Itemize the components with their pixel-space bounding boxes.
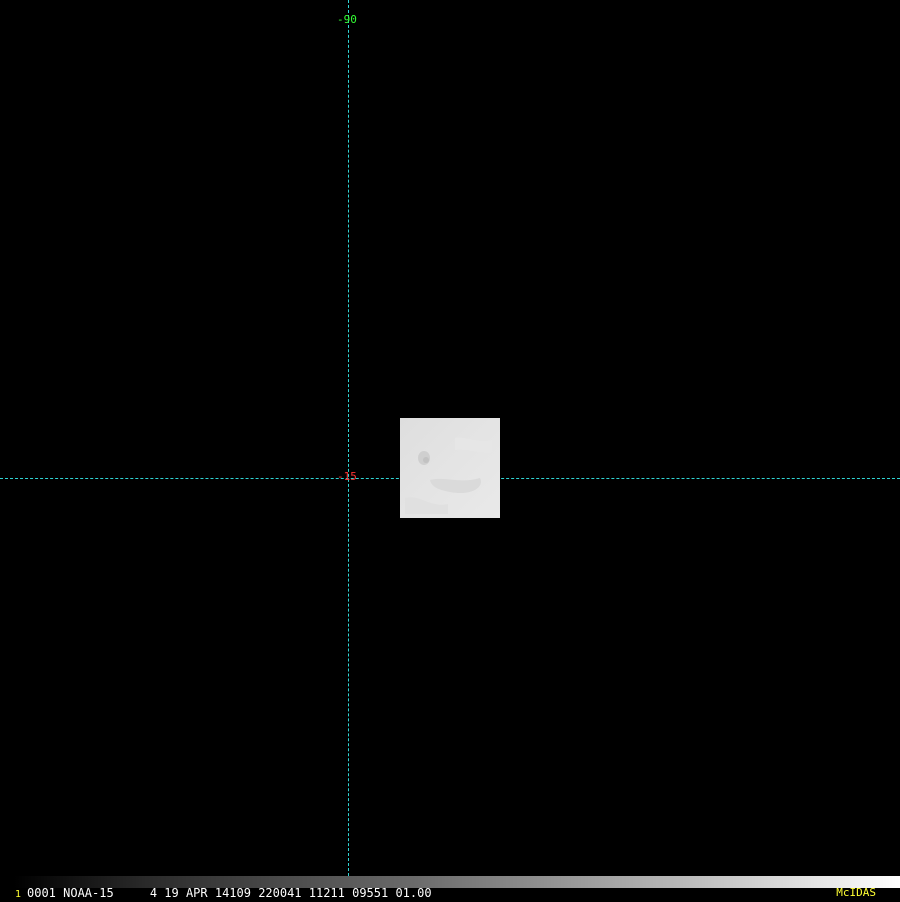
latitude-label: -15 — [337, 470, 357, 483]
image-info-line: 0001 NOAA-15 4 19 APR 14109 220041 11211… — [27, 886, 432, 900]
mcidas-brand-label: McIDAS — [836, 886, 876, 899]
image-display-frame[interactable]: -90 -15 — [0, 0, 900, 900]
longitude-gridline — [348, 0, 349, 876]
satellite-image-patch[interactable] — [400, 418, 500, 518]
longitude-label: -90 — [337, 13, 357, 26]
status-bar: 1 0001 NOAA-15 4 19 APR 14109 220041 112… — [0, 876, 900, 900]
cloud-imagery — [400, 418, 500, 518]
